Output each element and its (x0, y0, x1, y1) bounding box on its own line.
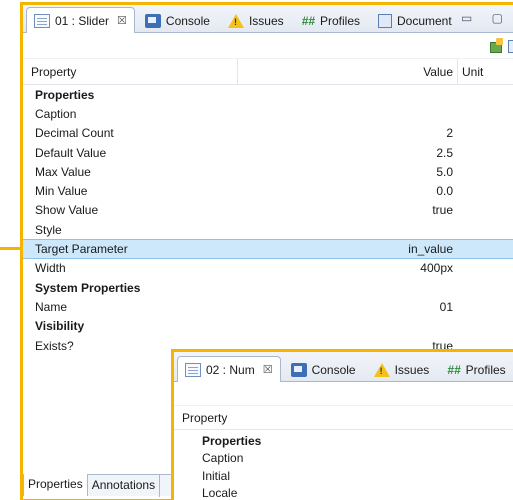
tab-issues[interactable]: Issues (366, 357, 438, 381)
view-tab-bar: 02 : Num ☒ Console Issues ## Profiles (174, 352, 513, 382)
property-value[interactable]: in_value (237, 242, 457, 256)
property-row[interactable]: Max Value 5.0 (23, 162, 513, 181)
property-value[interactable]: true (237, 203, 457, 217)
property-table-header: Property (174, 406, 513, 430)
tab-label: Issues (248, 13, 284, 28)
property-name: Target Parameter (35, 242, 128, 257)
tab-label: 01 : Slider (55, 13, 110, 28)
properties-panel-num: 02 : Num ☒ Console Issues ## Profiles Pr… (171, 349, 513, 500)
tab-properties[interactable]: Properties (23, 474, 88, 496)
property-row[interactable]: Show Value true (23, 201, 513, 220)
property-row[interactable]: Caption (23, 104, 513, 123)
property-value[interactable]: 2.5 (237, 146, 457, 160)
property-value[interactable]: 400px (237, 261, 457, 275)
property-name: Name (35, 299, 68, 314)
document-icon (378, 13, 392, 28)
tab-label: Profiles (319, 13, 360, 28)
property-group-row[interactable]: System Properties (23, 278, 513, 297)
tab-console[interactable]: Console (283, 357, 364, 381)
property-row[interactable]: Caption (174, 450, 513, 468)
property-name: Locale (202, 486, 238, 500)
property-table-header: Property Value Unit (23, 59, 513, 85)
property-row[interactable]: Target Parameter in_value (23, 239, 513, 259)
property-group-row[interactable]: Visibility (23, 317, 513, 336)
column-header-property[interactable]: Property (23, 65, 237, 79)
tab-label: Console (165, 13, 210, 28)
property-name: Default Value (35, 145, 107, 160)
tab-label: 02 : Num (206, 362, 255, 377)
property-name: Decimal Count (35, 126, 114, 141)
property-value[interactable]: 5.0 (237, 165, 457, 179)
warning-icon (227, 13, 244, 28)
property-name: Min Value (35, 184, 88, 199)
tab-num-properties[interactable]: 02 : Num ☒ (177, 356, 281, 382)
property-name: Width (35, 261, 66, 276)
property-row[interactable]: Width 400px (23, 259, 513, 278)
close-tab-icon[interactable]: ☒ (117, 14, 127, 27)
property-name: Caption (35, 106, 77, 121)
property-value[interactable]: 0.0 (237, 184, 457, 198)
tab-profiles[interactable]: ## Profiles (294, 8, 368, 32)
view-tab-bar: 01 : Slider ☒ Console Issues ## Profiles… (23, 5, 513, 33)
property-row[interactable]: Name 01 (23, 297, 513, 316)
property-name: Show Value (35, 203, 99, 218)
tab-slider-properties[interactable]: 01 : Slider ☒ (26, 7, 135, 33)
property-name: Initial (202, 468, 231, 483)
tab-label: Document (397, 13, 452, 28)
property-group-row[interactable]: Properties (174, 432, 513, 450)
properties-view-icon[interactable] (507, 38, 513, 53)
property-name: Caption (202, 451, 244, 466)
hash-icon: ## (447, 362, 461, 377)
tab-console[interactable]: Console (137, 8, 218, 32)
tab-issues[interactable]: Issues (220, 8, 292, 32)
view-icon (34, 13, 50, 28)
tab-label: Issues (394, 362, 430, 377)
view-icon (185, 362, 201, 377)
window-controls[interactable]: ▭ ▢ (461, 11, 511, 25)
warning-icon (373, 362, 390, 377)
property-row[interactable]: Default Value 2.5 (23, 143, 513, 162)
column-header-property[interactable]: Property (174, 411, 513, 425)
property-row[interactable]: Locale (174, 485, 513, 500)
property-table-body: Properties Caption Initial Locale (174, 430, 513, 500)
tab-annotations[interactable]: Annotations (88, 475, 161, 497)
property-name: Max Value (35, 164, 91, 179)
view-toolbar (23, 33, 513, 59)
property-row[interactable]: Min Value 0.0 (23, 181, 513, 200)
callout-connector-line (0, 247, 20, 250)
property-row[interactable]: Style (23, 220, 513, 239)
property-row[interactable]: Decimal Count 2 (23, 124, 513, 143)
property-name: Style (35, 222, 62, 237)
property-name: Visibility (35, 319, 85, 334)
property-table-body: Properties Caption Decimal Count 2 Default V… (23, 85, 513, 355)
property-name: Properties (35, 87, 95, 102)
property-value[interactable]: 01 (237, 300, 457, 314)
console-icon (290, 362, 307, 377)
property-name: Properties (202, 433, 262, 448)
add-annotation-icon[interactable] (489, 38, 505, 53)
tab-profiles[interactable]: ## Profiles (439, 357, 513, 381)
property-value[interactable]: 2 (237, 126, 457, 140)
screenshot-canvas: 01 : Slider ☒ Console Issues ## Profiles… (0, 0, 513, 500)
close-tab-icon[interactable]: ☒ (263, 363, 273, 376)
property-name: System Properties (35, 280, 141, 295)
view-toolbar (174, 382, 513, 406)
console-icon (144, 13, 161, 28)
tab-document[interactable]: Document (370, 8, 460, 32)
hash-icon: ## (301, 13, 315, 28)
column-header-value[interactable]: Value (237, 59, 457, 84)
property-row[interactable]: Initial (174, 467, 513, 485)
column-header-unit[interactable]: Unit (457, 59, 513, 84)
tab-label: Console (311, 362, 356, 377)
property-group-row[interactable]: Properties (23, 85, 513, 104)
tab-label: Profiles (465, 362, 506, 377)
